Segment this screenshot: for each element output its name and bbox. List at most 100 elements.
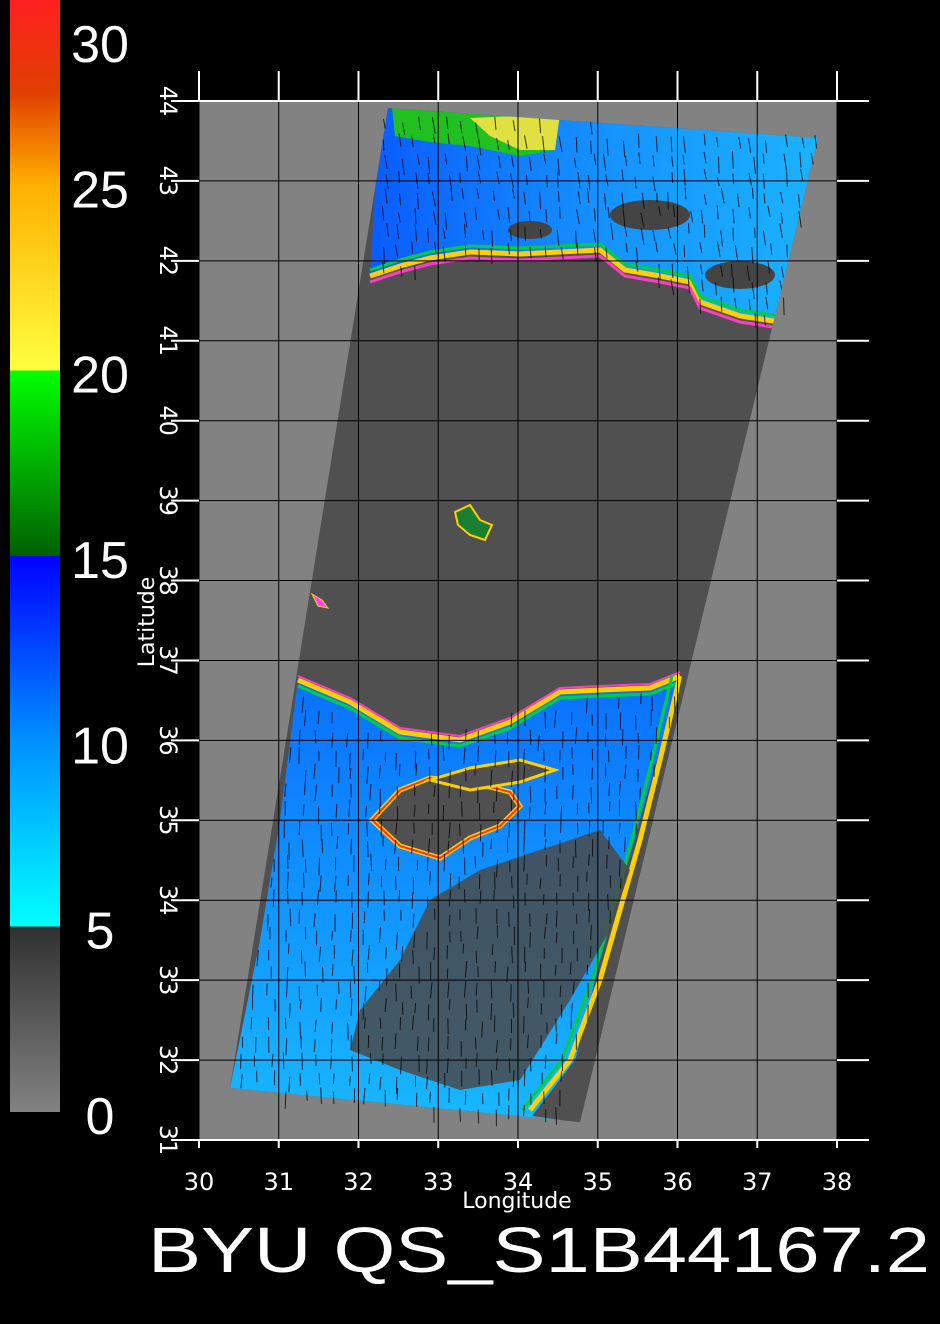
wind-vector: [252, 985, 253, 1000]
wind-vector: [380, 1018, 381, 1029]
wind-vector: [590, 946, 591, 958]
wind-vector: [576, 137, 577, 152]
x-tick-label: 30: [184, 1168, 215, 1196]
wind-vector: [787, 171, 788, 186]
wind-vector: [589, 854, 590, 866]
y-tick-label: 34: [154, 885, 182, 916]
wind-vector: [319, 1073, 320, 1084]
wind-vector: [524, 1069, 525, 1086]
wind-vector: [351, 999, 352, 1016]
wind-vector: [396, 753, 397, 770]
x-tick-label: 31: [263, 1168, 294, 1196]
wind-vector: [524, 766, 525, 783]
wind-vector: [512, 946, 513, 963]
wind-vector: [784, 298, 785, 315]
y-tick-label: 35: [154, 805, 182, 836]
wind-vector: [557, 172, 558, 187]
wind-vector: [443, 745, 444, 761]
wind-vector: [528, 981, 529, 994]
y-tick-label: 41: [154, 325, 182, 356]
wind-vector: [338, 982, 339, 994]
x-tick-label: 33: [423, 1168, 454, 1196]
wind-vector: [322, 839, 323, 853]
wind-vector: [513, 1070, 514, 1087]
x-tick-label: 37: [742, 1168, 773, 1196]
wind-vector: [368, 841, 369, 857]
colorbar-label: 30: [71, 16, 129, 74]
wind-vector: [591, 925, 592, 940]
wind-vector: [700, 298, 701, 314]
wind-vector: [530, 807, 531, 820]
colorbar-labels: 302520151050: [71, 16, 129, 1146]
wind-vector: [732, 264, 733, 277]
colorbar-label: 0: [86, 1088, 115, 1146]
wind-vector: [443, 805, 444, 821]
wind-vector: [351, 930, 352, 942]
wind-vector: [530, 913, 531, 926]
wind-vector: [333, 1073, 334, 1083]
wind-vector: [287, 891, 288, 905]
wind-vector: [382, 1037, 383, 1051]
wind-vector: [560, 986, 561, 997]
wind-vector: [450, 770, 451, 783]
wind-vector: [287, 967, 288, 979]
wind-vector: [496, 787, 497, 801]
colorbar-label: 15: [71, 532, 129, 590]
wind-vector: [350, 768, 351, 779]
wind-vector: [755, 228, 756, 238]
wind-vector: [587, 965, 588, 975]
x-tick-label: 38: [822, 1168, 853, 1196]
map-figure: 302520151050: [0, 0, 940, 1320]
wind-vector: [463, 839, 464, 854]
wind-vector: [509, 823, 510, 837]
wind-vector: [397, 1088, 398, 1100]
wind-vector: [491, 1070, 492, 1086]
wind-vector: [525, 226, 526, 241]
wind-vector: [383, 140, 384, 151]
y-tick-label: 33: [154, 965, 182, 996]
colorbar-gradient: [10, 0, 60, 1112]
x-tick-label: 36: [662, 1168, 693, 1196]
wind-vector: [395, 1033, 396, 1049]
wind-vector: [460, 173, 461, 183]
wind-vector: [427, 1059, 428, 1074]
wind-vector: [556, 932, 557, 943]
scatterometer-wind-map: 302520151050: [0, 0, 940, 1320]
wind-vector: [321, 1087, 322, 1103]
wind-vector: [618, 698, 619, 709]
wind-vector: [526, 175, 527, 185]
wind-vector: [331, 823, 332, 836]
wind-vector: [625, 837, 626, 852]
wind-vector: [513, 1003, 514, 1018]
wind-vector: [285, 1091, 286, 1109]
wind-vector: [352, 1057, 353, 1072]
colorbar-label: 20: [71, 347, 129, 405]
wind-vector: [354, 966, 355, 984]
colorbar: [10, 0, 60, 1112]
wind-vector: [589, 820, 590, 836]
wind-vector: [363, 1003, 364, 1020]
wind-vector: [319, 858, 320, 876]
wind-vector: [621, 878, 622, 889]
y-tick-label: 39: [154, 485, 182, 516]
y-tick-label: 42: [154, 246, 182, 277]
wind-vector: [636, 824, 637, 835]
wind-vector: [336, 999, 337, 1009]
y-tick-label: 32: [154, 1045, 182, 1076]
wind-vector: [367, 822, 368, 837]
colorbar-label: 5: [86, 903, 115, 961]
wind-vector: [462, 801, 463, 816]
wind-vector: [561, 1072, 562, 1083]
wind-vector: [413, 950, 414, 964]
wind-vector: [402, 1002, 403, 1015]
wind-vector: [460, 1108, 461, 1121]
wind-vector: [303, 873, 304, 888]
wind-vector: [668, 192, 669, 210]
wind-vector: [672, 264, 673, 278]
y-axis-label: Latitude: [135, 577, 160, 668]
wind-vector: [494, 890, 495, 902]
wind-vector: [368, 733, 369, 750]
wind-vector: [556, 1019, 557, 1033]
y-tick-label: 31: [154, 1125, 182, 1156]
wind-vector: [380, 731, 381, 741]
